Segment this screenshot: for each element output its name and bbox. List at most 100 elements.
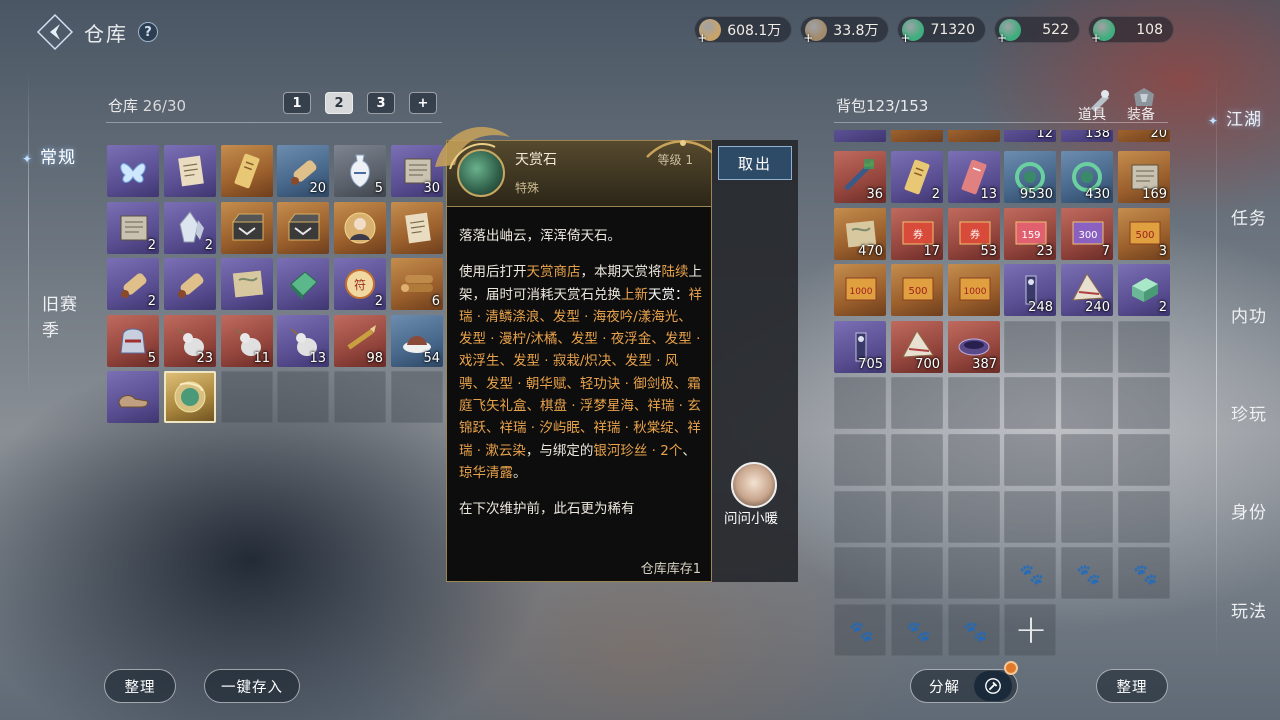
backpack-slot[interactable]: 36 [834,151,886,203]
warehouse-slot[interactable] [334,202,386,254]
sort-backpack-button[interactable]: 整理 [1096,669,1168,703]
backpack-slot[interactable] [1061,434,1113,486]
warehouse-slot[interactable]: 5 [334,145,386,197]
backpack-slot[interactable] [891,547,943,599]
backpack-slot[interactable]: 13 [948,151,1000,203]
add-currency-icon[interactable]: + [997,31,1007,45]
backpack-slot[interactable]: 2 [891,151,943,203]
warehouse-slot[interactable] [164,258,216,310]
tab-old-season[interactable]: 旧赛 季 [42,292,78,344]
backpack-slot[interactable] [948,491,1000,543]
backpack-slot[interactable] [1061,377,1113,429]
backpack-slot[interactable] [1004,321,1056,373]
add-currency-icon[interactable]: + [900,31,910,45]
warehouse-slot[interactable]: 2 [107,202,159,254]
backpack-slot[interactable]: 700 [891,321,943,373]
backpack-slot[interactable] [834,491,886,543]
nav-gameplay[interactable]: 玩法 [1231,597,1267,622]
warehouse-slot[interactable] [334,371,386,423]
backpack-slot[interactable]: 券 53 [948,208,1000,260]
warehouse-slot[interactable]: 20 [277,145,329,197]
backpack-slot[interactable]: 2 [1118,264,1170,316]
locked-slot[interactable]: 🐾 [834,604,886,656]
backpack-slot[interactable]: 705 [834,321,886,373]
backpack-slot[interactable] [1118,434,1170,486]
warehouse-slot[interactable] [164,371,216,423]
backpack-slot[interactable] [1004,377,1056,429]
decompose-button[interactable]: 分解 [910,669,1018,703]
sort-warehouse-button[interactable]: 整理 [104,669,176,703]
backpack-slot[interactable]: 248 [1004,264,1056,316]
warehouse-slot[interactable]: 54 [391,315,443,367]
backpack-slot[interactable]: 430 [1061,151,1113,203]
tab-items[interactable]: 道具 [1078,104,1106,124]
take-out-button[interactable]: 取出 [718,146,792,180]
backpack-slot[interactable]: 300 7 [1061,208,1113,260]
currency-5[interactable]: +108 [1088,16,1174,45]
backpack-slot[interactable] [948,434,1000,486]
backpack-slot[interactable] [834,130,886,142]
backpack-slot[interactable]: 1000 [948,264,1000,316]
backpack-slot[interactable] [1004,491,1056,543]
warehouse-slot[interactable] [221,145,273,197]
backpack-slot[interactable] [891,434,943,486]
backpack-slot[interactable]: 159 23 [1004,208,1056,260]
backpack-slot[interactable]: 20 [1118,130,1170,142]
deposit-all-button[interactable]: 一键存入 [204,669,300,703]
nav-inner-skill[interactable]: 内功 [1231,302,1267,327]
page-button-1[interactable]: 1 [283,92,311,114]
warehouse-slot[interactable]: 23 [164,315,216,367]
warehouse-slot[interactable] [107,371,159,423]
backpack-slot[interactable]: 138 [1061,130,1113,142]
backpack-slot[interactable] [948,547,1000,599]
add-page-button[interactable]: + [409,92,437,114]
backpack-slot[interactable] [1118,321,1170,373]
warehouse-slot[interactable]: 5 [107,315,159,367]
currency-1[interactable]: +608.1万 [694,16,793,45]
locked-slot[interactable]: 🐾 [891,604,943,656]
backpack-slot[interactable]: 500 3 [1118,208,1170,260]
backpack-slot[interactable]: 387 [948,321,1000,373]
warehouse-slot[interactable]: 11 [221,315,273,367]
warehouse-slot[interactable]: 2 [107,258,159,310]
tab-regular[interactable]: ✦ 常规 [22,143,76,168]
backpack-slot[interactable]: 1000 [834,264,886,316]
backpack-slot[interactable] [1061,491,1113,543]
backpack-slot[interactable]: 470 [834,208,886,260]
warehouse-slot[interactable] [107,145,159,197]
tab-equipment[interactable]: 装备 [1127,104,1155,124]
warehouse-slot[interactable] [391,371,443,423]
backpack-slot[interactable] [834,547,886,599]
assistant-avatar-icon[interactable] [731,462,777,508]
backpack-slot[interactable] [891,130,943,142]
locked-slot[interactable]: 🐾 [1061,547,1113,599]
backpack-slot[interactable] [891,491,943,543]
backpack-slot[interactable]: 12 [1004,130,1056,142]
backpack-slot[interactable]: 9530 [1004,151,1056,203]
warehouse-slot[interactable]: 98 [334,315,386,367]
backpack-slot[interactable] [834,434,886,486]
warehouse-slot[interactable] [277,371,329,423]
warehouse-slot[interactable] [221,371,273,423]
warehouse-slot[interactable]: 13 [277,315,329,367]
warehouse-slot[interactable] [277,202,329,254]
locked-slot[interactable]: 🐾 [1118,547,1170,599]
backpack-slot[interactable]: 240 [1061,264,1113,316]
backpack-slot[interactable]: 500 [891,264,943,316]
locked-slot[interactable]: 🐾 [1004,547,1056,599]
nav-tasks[interactable]: 任务 [1231,204,1267,229]
backpack-slot[interactable] [1004,434,1056,486]
warehouse-slot[interactable] [164,145,216,197]
warehouse-slot[interactable] [391,202,443,254]
warehouse-slot[interactable]: 符2 [334,258,386,310]
add-currency-icon[interactable]: + [697,31,707,45]
backpack-slot[interactable] [1061,321,1113,373]
currency-3[interactable]: +71320 [897,16,986,45]
backpack-slot[interactable]: 169 [1118,151,1170,203]
backpack-slot[interactable] [948,130,1000,142]
backpack-slot[interactable]: 券 17 [891,208,943,260]
backpack-slot[interactable] [891,377,943,429]
add-currency-icon[interactable]: + [803,31,813,45]
backpack-slot[interactable] [948,377,1000,429]
backpack-slot[interactable] [1118,377,1170,429]
